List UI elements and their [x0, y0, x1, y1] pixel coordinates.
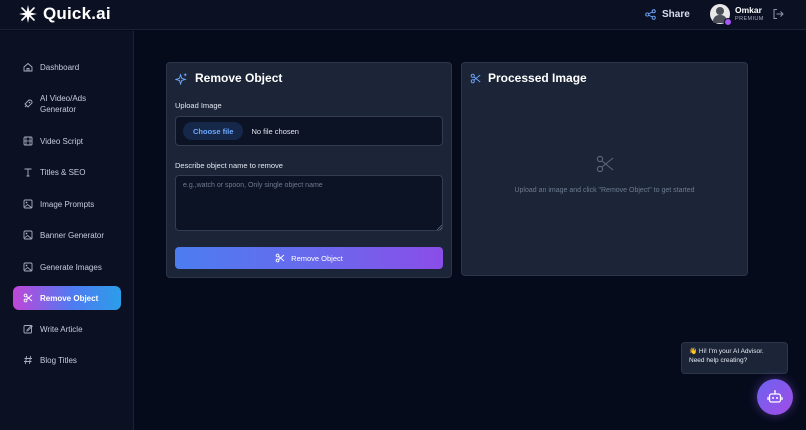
sidebar-item-label: Titles & SEO [40, 167, 86, 177]
robot-icon [767, 390, 783, 403]
describe-object-label: Describe object name to remove [175, 161, 283, 170]
user-name: Omkar [735, 5, 762, 15]
processed-image-title: Processed Image [470, 71, 587, 85]
sidebar-item-titles-seo[interactable]: Titles & SEO [13, 160, 121, 184]
sidebar-item-label: Generate Images [40, 262, 102, 272]
logout-icon [773, 9, 784, 19]
sidebar-item-image-prompts[interactable]: Image Prompts [13, 192, 121, 216]
upload-image-label: Upload Image [175, 101, 222, 110]
image-icon [23, 199, 33, 209]
app-name: Quick.ai [43, 4, 111, 23]
share-label: Share [662, 8, 690, 20]
home-icon [23, 62, 33, 72]
sidebar-item-banner-generator[interactable]: Banner Generator [13, 223, 121, 247]
remove-object-button-label: Remove Object [291, 253, 343, 263]
card-title-text: Processed Image [488, 71, 587, 85]
ai-advisor-bubble[interactable]: 👋 Hi! I'm your AI Advisor. Need help cre… [681, 342, 788, 374]
scissors-icon [23, 293, 33, 303]
sidebar-item-label: Video Script [40, 136, 83, 146]
logout-button[interactable] [772, 7, 784, 19]
sidebar-item-remove-object[interactable]: Remove Object [13, 286, 121, 310]
sidebar-item-ai-video[interactable]: AI Video/Ads Generator [13, 91, 121, 117]
sidebar-item-dashboard[interactable]: Dashboard [13, 55, 121, 79]
empty-state: Upload an image and click "Remove Object… [462, 155, 747, 194]
sidebar-item-label: Remove Object [40, 293, 99, 303]
sparkle-logo-icon [19, 5, 37, 23]
premium-badge [724, 18, 732, 26]
share-icon [645, 8, 656, 20]
sidebar-item-label: Blog Titles [40, 355, 77, 365]
choose-file-button[interactable]: Choose file [183, 122, 244, 140]
hash-icon [24, 355, 32, 365]
sparkles-icon [175, 72, 188, 85]
scissors-icon [596, 155, 613, 173]
edit-icon [23, 324, 33, 334]
sidebar-item-write-article[interactable]: Write Article [13, 317, 121, 341]
sidebar-item-label: Banner Generator [40, 230, 105, 240]
chat-bot-button[interactable] [757, 379, 793, 415]
remove-object-title: Remove Object [175, 71, 282, 85]
sidebar: Dashboard AI Video/Ads Generator Video S… [0, 31, 134, 430]
card-title-text: Remove Object [195, 71, 283, 85]
user-menu[interactable]: Omkar PREMIUM [710, 3, 764, 26]
scissors-icon [470, 73, 481, 83]
top-bar: Quick.ai Share Omkar PREMIUM [0, 0, 806, 30]
sidebar-item-label: Write Article [40, 324, 83, 334]
sidebar-item-label: Dashboard [40, 62, 80, 72]
file-input[interactable]: Choose file No file chosen [175, 116, 443, 146]
share-button[interactable]: Share [645, 6, 690, 22]
advisor-greeting: 👋 Hi! I'm your AI Advisor. [689, 348, 764, 355]
sidebar-item-video-script[interactable]: Video Script [13, 129, 121, 153]
sidebar-item-label: Image Prompts [40, 199, 95, 209]
remove-object-card [166, 62, 452, 278]
advisor-prompt: Need help creating? [689, 356, 748, 364]
scissors-icon [275, 253, 285, 263]
rocket-icon [24, 99, 33, 108]
remove-object-button[interactable]: Remove Object [175, 247, 443, 269]
sidebar-item-generate-images[interactable]: Generate Images [13, 255, 121, 279]
type-icon [24, 168, 32, 177]
film-icon [23, 136, 33, 146]
avatar[interactable] [710, 4, 732, 26]
object-name-input[interactable] [175, 175, 443, 231]
resize-grip-icon[interactable] [436, 224, 442, 230]
sidebar-item-label: AI Video/Ads Generator [40, 93, 87, 114]
empty-state-text: Upload an image and click "Remove Object… [514, 187, 695, 194]
sidebar-item-blog-titles[interactable]: Blog Titles [13, 348, 121, 372]
image-icon [23, 262, 33, 272]
file-status: No file chosen [251, 126, 299, 136]
app-logo[interactable]: Quick.ai [18, 3, 111, 25]
image-icon [23, 230, 33, 240]
user-plan: PREMIUM [735, 15, 764, 22]
